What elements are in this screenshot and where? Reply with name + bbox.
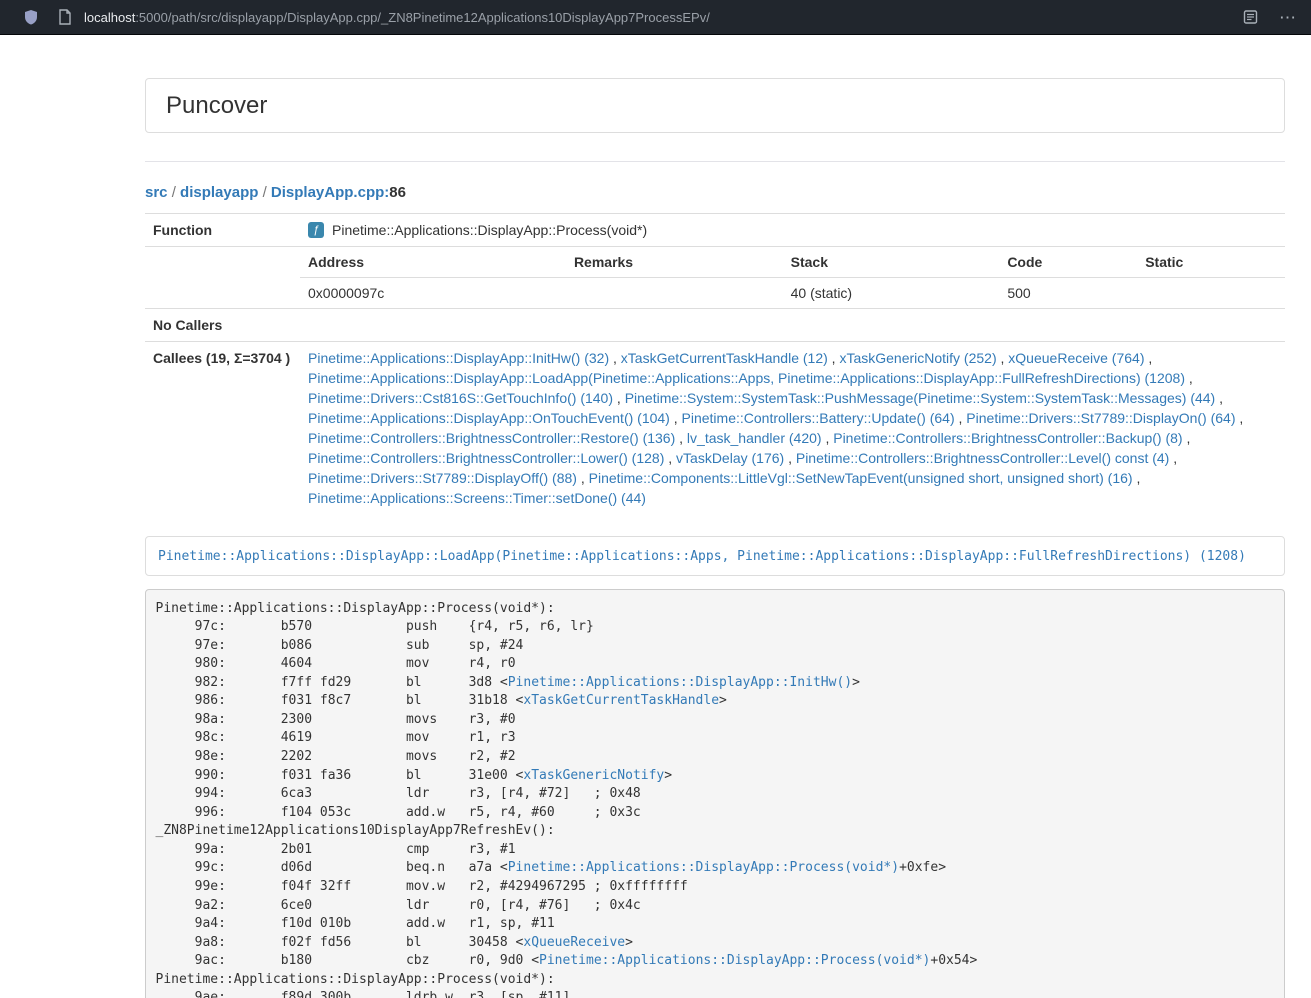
breadcrumb-link[interactable]: src bbox=[145, 184, 168, 201]
stats-header-stack: Stack bbox=[783, 247, 1000, 278]
callee-link[interactable]: Pinetime::Drivers::Cst816S::GetTouchInfo… bbox=[308, 390, 613, 406]
callee-link[interactable]: Pinetime::Controllers::BrightnessControl… bbox=[833, 430, 1182, 446]
callee-link[interactable]: Pinetime::Drivers::St7789::DisplayOff() … bbox=[308, 470, 577, 486]
breadcrumb-line-number: 86 bbox=[389, 184, 406, 201]
callee-separator: , bbox=[1215, 390, 1223, 406]
callee-separator: , bbox=[1169, 450, 1177, 466]
callee-link[interactable]: Pinetime::Controllers::BrightnessControl… bbox=[796, 450, 1169, 466]
callee-separator: , bbox=[613, 390, 625, 406]
callee-link[interactable]: xQueueReceive (764) bbox=[1008, 350, 1144, 366]
callee-link[interactable]: Pinetime::Controllers::Battery::Update()… bbox=[682, 410, 955, 426]
stats-header-row: Address Remarks Stack Code Static bbox=[300, 247, 1285, 278]
callee-separator: , bbox=[1183, 430, 1191, 446]
callee-separator: , bbox=[675, 430, 687, 446]
callee-link[interactable]: vTaskDelay (176) bbox=[676, 450, 784, 466]
page-info-icon[interactable] bbox=[56, 8, 74, 26]
function-type-icon: ƒ bbox=[308, 222, 324, 238]
disasm-symbol-link[interactable]: Pinetime::Applications::DisplayApp::Init… bbox=[508, 675, 852, 690]
callee-separator: , bbox=[784, 450, 796, 466]
disasm-symbol-link[interactable]: Pinetime::Applications::DisplayApp::Proc… bbox=[508, 860, 899, 875]
url-path: :5000/path/src/displayapp/DisplayApp.cpp… bbox=[135, 10, 710, 25]
function-name: Pinetime::Applications::DisplayApp::Proc… bbox=[332, 220, 647, 240]
function-info-table: Function ƒ Pinetime::Applications::Displ… bbox=[145, 213, 1285, 514]
callee-link[interactable]: Pinetime::Applications::DisplayApp::OnTo… bbox=[308, 410, 670, 426]
callee-link[interactable]: Pinetime::Controllers::BrightnessControl… bbox=[308, 450, 664, 466]
stats-code: 500 bbox=[999, 278, 1137, 309]
stats-row: Address Remarks Stack Code Static 0x0000… bbox=[145, 247, 1285, 309]
breadcrumb-separator: / bbox=[168, 184, 181, 201]
callees-list: Pinetime::Applications::DisplayApp::Init… bbox=[300, 342, 1285, 515]
stats-header-remarks: Remarks bbox=[566, 247, 783, 278]
stats-address: 0x0000097c bbox=[300, 278, 566, 309]
callee-link[interactable]: Pinetime::Applications::DisplayApp::Load… bbox=[308, 370, 1185, 386]
callee-separator: , bbox=[1185, 370, 1193, 386]
callee-link[interactable]: xTaskGetCurrentTaskHandle (12) bbox=[621, 350, 828, 366]
url-host: localhost bbox=[84, 10, 135, 25]
callee-link[interactable]: lv_task_handler (420) bbox=[687, 430, 822, 446]
page-title: Puncover bbox=[166, 91, 1264, 120]
callee-link[interactable]: Pinetime::Drivers::St7789::DisplayOn() (… bbox=[966, 410, 1235, 426]
disasm-symbol-link[interactable]: xTaskGetCurrentTaskHandle bbox=[523, 693, 719, 708]
callees-row: Callees (19, Σ=3704 ) Pinetime::Applicat… bbox=[145, 342, 1285, 515]
breadcrumb-link[interactable]: displayapp bbox=[180, 184, 258, 201]
browser-toolbar: localhost:5000/path/src/displayapp/Displ… bbox=[0, 0, 1311, 35]
breadcrumb: src / displayapp / DisplayApp.cpp:86 bbox=[145, 184, 1285, 201]
divider bbox=[145, 161, 1285, 162]
url-bar[interactable]: localhost:5000/path/src/displayapp/Displ… bbox=[84, 10, 710, 25]
stats-remarks bbox=[566, 278, 783, 309]
function-row-header: Function bbox=[145, 214, 300, 247]
callee-separator: , bbox=[664, 450, 676, 466]
callee-link[interactable]: Pinetime::Applications::Screens::Timer::… bbox=[308, 490, 646, 506]
reader-view-icon[interactable] bbox=[1241, 8, 1259, 26]
tracking-protection-shield-icon[interactable] bbox=[22, 8, 40, 26]
stats-header-code: Code bbox=[999, 247, 1137, 278]
callees-header: Callees (19, Σ=3704 ) bbox=[145, 342, 300, 515]
stats-header-address: Address bbox=[300, 247, 566, 278]
selected-symbol-link[interactable]: Pinetime::Applications::DisplayApp::Load… bbox=[158, 549, 1246, 564]
callee-link[interactable]: Pinetime::System::SystemTask::PushMessag… bbox=[625, 390, 1216, 406]
page-container: Puncover src / displayapp / DisplayApp.c… bbox=[145, 78, 1285, 998]
stats-value-row: 0x0000097c 40 (static) 500 bbox=[300, 278, 1285, 309]
callee-link[interactable]: Pinetime::Applications::DisplayApp::Init… bbox=[308, 350, 609, 366]
callee-separator: , bbox=[828, 350, 840, 366]
callee-separator: , bbox=[1236, 410, 1244, 426]
browser-menu-icon[interactable]: ⋯ bbox=[1279, 9, 1297, 26]
breadcrumb-separator: / bbox=[258, 184, 271, 201]
disassembly-code: Pinetime::Applications::DisplayApp::Proc… bbox=[145, 589, 1285, 998]
callee-separator: , bbox=[1144, 350, 1152, 366]
stats-header-static: Static bbox=[1137, 247, 1285, 278]
callee-separator: , bbox=[822, 430, 834, 446]
callee-separator: , bbox=[577, 470, 589, 486]
selected-symbol-box: Pinetime::Applications::DisplayApp::Load… bbox=[145, 536, 1285, 576]
callee-separator: , bbox=[1133, 470, 1141, 486]
stats-stack: 40 (static) bbox=[783, 278, 1000, 309]
callee-link[interactable]: xTaskGenericNotify (252) bbox=[839, 350, 996, 366]
callee-separator: , bbox=[997, 350, 1009, 366]
breadcrumb-link[interactable]: DisplayApp.cpp: bbox=[271, 184, 389, 201]
stats-static bbox=[1137, 278, 1285, 309]
callee-link[interactable]: Pinetime::Controllers::BrightnessControl… bbox=[308, 430, 675, 446]
page-title-panel: Puncover bbox=[145, 78, 1285, 133]
disasm-symbol-link[interactable]: xQueueReceive bbox=[523, 935, 625, 950]
no-callers-header: No Callers bbox=[145, 309, 300, 342]
callee-link[interactable]: Pinetime::Components::LittleVgl::SetNewT… bbox=[589, 470, 1133, 486]
callee-separator: , bbox=[609, 350, 621, 366]
callee-separator: , bbox=[955, 410, 967, 426]
function-row: Function ƒ Pinetime::Applications::Displ… bbox=[145, 214, 1285, 247]
no-callers-row: No Callers bbox=[145, 309, 1285, 342]
stats-table: Address Remarks Stack Code Static 0x0000… bbox=[300, 247, 1285, 308]
disasm-symbol-link[interactable]: Pinetime::Applications::DisplayApp::Proc… bbox=[539, 953, 930, 968]
callee-separator: , bbox=[670, 410, 682, 426]
disasm-symbol-link[interactable]: xTaskGenericNotify bbox=[523, 768, 664, 783]
